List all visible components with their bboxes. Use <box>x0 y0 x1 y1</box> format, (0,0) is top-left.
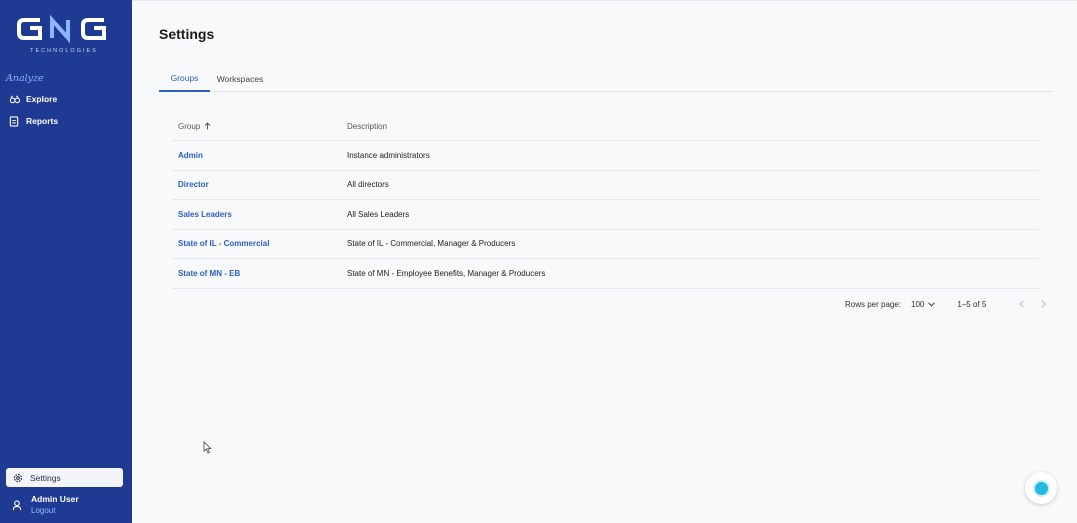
brand-logo: TECHNOLOGIES <box>16 14 112 58</box>
next-page-button[interactable] <box>1036 297 1050 311</box>
table-row: State of MN - EB State of MN - Employee … <box>172 259 1039 289</box>
group-link[interactable]: State of IL - Commercial <box>178 230 269 259</box>
group-link[interactable]: State of MN - EB <box>178 259 240 288</box>
table-row: Director All directors <box>172 171 1039 200</box>
chevron-right-icon <box>1041 300 1046 308</box>
table-header-row: Group Description <box>172 112 1039 141</box>
rows-per-page-label: Rows per page: <box>845 299 902 309</box>
sidebar-item-label: Settings <box>30 472 61 483</box>
groups-table: Group Description Admin Instance adminis… <box>172 112 1039 289</box>
gear-icon <box>12 472 24 484</box>
group-description: All Sales Leaders <box>347 209 410 219</box>
chevron-left-icon <box>1019 300 1024 308</box>
group-description: State of IL - Commercial, Manager & Prod… <box>347 239 516 249</box>
user-name: Admin User <box>31 494 79 504</box>
mouse-cursor-icon <box>203 441 212 459</box>
explore-icon <box>8 93 20 105</box>
report-icon <box>8 115 20 127</box>
group-link[interactable]: Admin <box>178 141 203 170</box>
user-icon <box>10 498 24 512</box>
user-menu: Admin User Logout <box>10 494 79 516</box>
previous-page-button[interactable] <box>1014 297 1028 311</box>
gng-logo-mark <box>17 14 106 44</box>
column-header-group[interactable]: Group <box>178 112 211 140</box>
tab-bar: Groups Workspaces <box>159 65 1052 92</box>
chevron-down-icon <box>928 301 936 307</box>
logout-link[interactable]: Logout <box>31 505 79 516</box>
column-header-description: Description <box>347 121 388 131</box>
sidebar-item-explore[interactable]: Explore <box>8 91 57 107</box>
section-label-analyze: Analyze <box>6 73 44 84</box>
group-description: All directors <box>347 180 389 190</box>
sidebar-item-reports[interactable]: Reports <box>8 113 58 129</box>
sidebar: TECHNOLOGIES Analyze Explore Reports Set… <box>0 0 132 523</box>
sort-arrow-up-icon <box>204 122 211 130</box>
page-title: Settings <box>159 26 215 42</box>
sidebar-item-label: Explore <box>26 94 58 104</box>
sidebar-item-settings[interactable]: Settings <box>6 468 123 487</box>
tab-groups[interactable]: Groups <box>159 65 210 92</box>
assistant-launcher-button[interactable] <box>1025 472 1057 504</box>
page-range: 1–5 of 5 <box>957 299 987 309</box>
group-description: State of MN - Employee Benefits, Manager… <box>347 268 546 278</box>
tab-workspaces[interactable]: Workspaces <box>214 65 266 92</box>
table-row: Admin Instance administrators <box>172 141 1039 171</box>
assistant-icon <box>1034 481 1048 495</box>
group-link[interactable]: Director <box>178 171 209 200</box>
group-link[interactable]: Sales Leaders <box>178 200 232 229</box>
main-content: Settings Groups Workspaces Group Descrip… <box>132 0 1077 523</box>
sidebar-item-label: Reports <box>26 116 59 126</box>
rows-per-page-select[interactable]: 100 <box>911 300 936 309</box>
table-row: State of IL - Commercial State of IL - C… <box>172 230 1039 259</box>
pagination: Rows per page: 100 1–5 of 5 <box>845 297 1050 311</box>
brand-subtitle: TECHNOLOGIES <box>30 48 98 54</box>
table-row: Sales Leaders All Sales Leaders <box>172 200 1039 230</box>
group-description: Instance administrators <box>347 150 430 160</box>
